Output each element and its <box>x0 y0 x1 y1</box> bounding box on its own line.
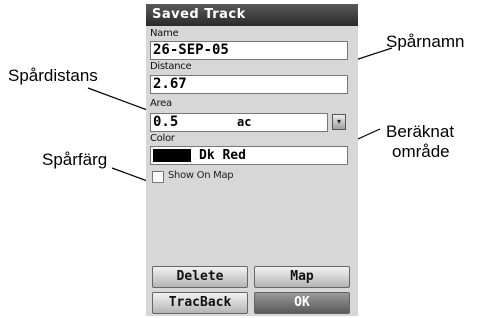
show-on-map-checkbox[interactable] <box>152 171 164 183</box>
area-field[interactable]: 0.5 ac <box>150 113 328 132</box>
distance-field: 2.67 <box>150 75 348 94</box>
leader-line-track-distance <box>87 87 151 112</box>
window-title: Saved Track <box>146 4 358 26</box>
color-value: Dk Red <box>199 148 246 163</box>
name-label: Name <box>150 28 179 39</box>
callout-track-color: Spårfärg <box>42 150 108 169</box>
area-label: Area <box>150 98 172 109</box>
ok-button[interactable]: OK <box>254 292 350 314</box>
callout-calculated-area-line2: område <box>392 142 450 161</box>
name-value: 26-SEP-05 <box>153 42 229 58</box>
callout-track-name: Spårnamn <box>386 32 465 51</box>
dropdown-arrow-icon[interactable]: ▾ <box>332 114 346 130</box>
area-value: 0.5 <box>153 114 179 130</box>
trackback-button[interactable]: TracBack <box>152 292 248 314</box>
callout-calculated-area-line1: Beräknat <box>386 122 455 141</box>
distance-label: Distance <box>150 61 192 72</box>
color-swatch <box>153 149 191 162</box>
delete-button[interactable]: Delete <box>152 266 248 288</box>
leader-line-track-color <box>111 167 151 183</box>
callout-track-distance: Spårdistans <box>8 66 98 85</box>
color-field[interactable]: Dk Red <box>150 146 348 165</box>
distance-value: 2.67 <box>153 76 187 92</box>
name-field[interactable]: 26-SEP-05 <box>150 41 348 60</box>
map-button[interactable]: Map <box>254 266 350 288</box>
saved-track-screen: Saved Track Name 26-SEP-05 Distance 2.67… <box>146 4 358 316</box>
show-on-map-label: Show On Map <box>168 170 234 181</box>
area-unit: ac <box>237 115 252 129</box>
color-label: Color <box>150 133 175 144</box>
